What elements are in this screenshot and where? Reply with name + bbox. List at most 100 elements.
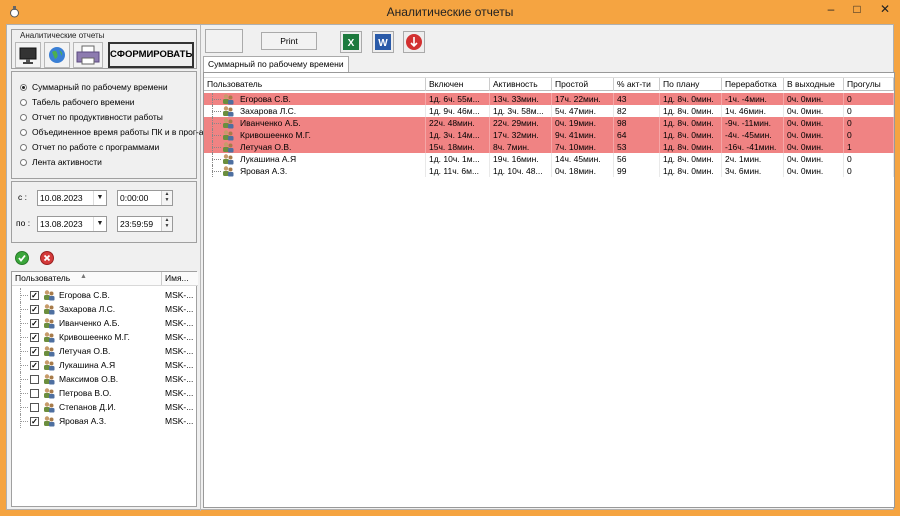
chevron-down-icon[interactable]: ▼ bbox=[93, 191, 106, 205]
grid-cell: 1 bbox=[844, 141, 894, 153]
radio-button-icon[interactable] bbox=[20, 143, 27, 151]
radio-button-icon[interactable] bbox=[20, 158, 27, 166]
user-list-item[interactable]: ✓ Летучая О.В. MSK-... bbox=[12, 344, 196, 358]
user-host: MSK-... bbox=[165, 360, 194, 370]
grid-cell: 7ч. 10мин. bbox=[552, 141, 614, 153]
generate-report-button[interactable]: СФОРМИРОВАТЬ bbox=[108, 42, 194, 68]
grid-row[interactable]: Лукашина А.Я 1д. 10ч. 1м... 19ч. 16мин. 14ч… bbox=[204, 153, 894, 165]
grid-cell: 0 bbox=[844, 165, 894, 177]
globe-icon bbox=[49, 47, 65, 63]
tree-line bbox=[212, 123, 221, 124]
radio-report-type[interactable]: Отчет по работе с программами bbox=[20, 140, 159, 154]
grid-column-header[interactable]: В выходные bbox=[784, 78, 844, 91]
col-user-header[interactable]: Пользователь bbox=[15, 273, 70, 283]
pdf-export-button[interactable] bbox=[403, 31, 425, 53]
grid-cell: 0 bbox=[844, 105, 894, 117]
grid-column-header[interactable]: % акт-ти bbox=[614, 78, 660, 91]
radio-report-type[interactable]: Суммарный по рабочему времени bbox=[20, 80, 168, 94]
grid-column-header[interactable]: Включен bbox=[426, 78, 490, 91]
grid-row[interactable]: Захарова Л.С. 1д. 9ч. 46м... 1д. 3ч. 58м..… bbox=[204, 105, 894, 117]
spin-arrows-icon[interactable]: ▲ ▼ bbox=[161, 191, 172, 205]
user-list-item[interactable]: ✓ Иванченко А.Б. MSK-... bbox=[12, 316, 196, 330]
grid-row[interactable]: Иванченко А.Б. 22ч. 48мин. 22ч. 29мин. 0ч. … bbox=[204, 117, 894, 129]
user-checkbox[interactable]: ✓ bbox=[30, 305, 39, 314]
grid-row[interactable]: Яровая А.З. 1д. 11ч. 6м... 1д. 10ч. 48... 0… bbox=[204, 165, 894, 177]
user-list-item[interactable]: ✓ Лукашина А.Я MSK-... bbox=[12, 358, 196, 372]
radio-report-type[interactable]: Объединенное время работы ПК и в прог-ах bbox=[20, 125, 208, 139]
from-label: с : bbox=[18, 192, 27, 202]
radio-button-icon[interactable] bbox=[20, 128, 27, 136]
monitor-button[interactable] bbox=[15, 42, 41, 68]
time-to-stepper[interactable]: 23:59:59 ▲ ▼ bbox=[117, 216, 173, 232]
grid-cell: 64 bbox=[614, 129, 660, 141]
user-checkbox[interactable]: ✓ bbox=[30, 319, 39, 328]
grid-row[interactable]: Егорова С.В. 1д. 6ч. 55м... 13ч. 33мин. 17ч… bbox=[204, 93, 894, 105]
word-export-button[interactable]: W bbox=[372, 31, 394, 53]
grid-cell: 1д. 10ч. 1м... bbox=[426, 153, 490, 165]
radio-button-icon[interactable] bbox=[20, 83, 27, 91]
tab-summary-worktime[interactable]: Суммарный по рабочему времени bbox=[203, 56, 349, 72]
monitor-icon bbox=[19, 47, 37, 64]
grid-cell: 22ч. 29мин. bbox=[490, 117, 552, 129]
user-host: MSK-... bbox=[165, 416, 194, 426]
user-list-item[interactable]: Петрова В.О. MSK-... bbox=[12, 386, 196, 400]
close-button[interactable]: ✕ bbox=[870, 0, 900, 20]
radio-button-icon[interactable] bbox=[20, 98, 27, 106]
user-name: Егорова С.В. bbox=[59, 290, 110, 300]
user-checkbox[interactable]: ✓ bbox=[30, 361, 39, 370]
user-checkbox[interactable]: ✓ bbox=[30, 347, 39, 356]
user-checkbox[interactable] bbox=[30, 403, 39, 412]
grid-cell: 0ч. 19мин. bbox=[552, 117, 614, 129]
grid-column-header[interactable]: По плану bbox=[660, 78, 722, 91]
grid-row[interactable]: Летучая О.В. 15ч. 18мин. 8ч. 7мин. 7ч. 10ми… bbox=[204, 141, 894, 153]
select-all-button[interactable] bbox=[15, 251, 29, 265]
grid-column-header[interactable]: Простой bbox=[552, 78, 614, 91]
cross-icon bbox=[43, 254, 51, 262]
user-checkbox[interactable] bbox=[30, 375, 39, 384]
print-button[interactable]: Print bbox=[261, 32, 317, 50]
right-panel: Print X W Суммарный по рабочему времени … bbox=[203, 25, 895, 511]
user-list-item[interactable]: ✓ Захарова Л.С. MSK-... bbox=[12, 302, 196, 316]
user-list-item[interactable]: ✓ Егорова С.В. MSK-... bbox=[12, 288, 196, 302]
grid-column-header[interactable]: Переработка bbox=[722, 78, 784, 91]
client-area: Аналитические отчеты СФОРМИРОВАТЬ Суммар… bbox=[6, 24, 895, 511]
excel-export-button[interactable]: X bbox=[340, 31, 362, 53]
date-from-picker[interactable]: 10.08.2023 ▼ bbox=[37, 190, 107, 206]
user-checkbox[interactable]: ✓ bbox=[30, 291, 39, 300]
grid-cell: 1д. 6ч. 55м... bbox=[426, 93, 490, 105]
reports-group-label: Аналитические отчеты bbox=[20, 31, 105, 40]
radio-button-icon[interactable] bbox=[20, 113, 27, 121]
globe-button[interactable] bbox=[44, 42, 70, 68]
radio-report-type[interactable]: Табель рабочего времени bbox=[20, 95, 135, 109]
user-list-item[interactable]: Степанов Д.И. MSK-... bbox=[12, 400, 196, 414]
grid-row[interactable]: Кривошеенко М.Г. 1д. 3ч. 14м... 17ч. 32мин… bbox=[204, 129, 894, 141]
time-from-stepper[interactable]: 0:00:00 ▲ ▼ bbox=[117, 190, 173, 206]
col-name-header[interactable]: Имя... bbox=[165, 273, 189, 283]
maximize-button[interactable]: □ bbox=[844, 0, 870, 20]
radio-report-type[interactable]: Лента активности bbox=[20, 155, 102, 169]
deselect-all-button[interactable] bbox=[40, 251, 54, 265]
grid-column-header[interactable]: Прогулы bbox=[844, 78, 894, 91]
user-checkbox[interactable]: ✓ bbox=[30, 417, 39, 426]
grid-cell: 98 bbox=[614, 117, 660, 129]
users-icon bbox=[43, 317, 55, 329]
grid-cell: -4ч. -45мин. bbox=[722, 129, 784, 141]
user-host: MSK-... bbox=[165, 290, 194, 300]
user-list-item[interactable]: Максимов О.В. MSK-... bbox=[12, 372, 196, 386]
user-name: Кривошеенко М.Г. bbox=[59, 332, 130, 342]
user-list-item[interactable]: ✓ Кривошеенко М.Г. MSK-... bbox=[12, 330, 196, 344]
minimize-button[interactable]: – bbox=[818, 0, 844, 20]
spin-arrows-icon[interactable]: ▲ ▼ bbox=[161, 217, 172, 231]
user-checkbox[interactable]: ✓ bbox=[30, 333, 39, 342]
user-checkbox[interactable] bbox=[30, 389, 39, 398]
chevron-down-icon[interactable]: ▼ bbox=[93, 217, 106, 231]
grid-column-header[interactable]: Активность bbox=[490, 78, 552, 91]
blank-button[interactable] bbox=[205, 29, 243, 53]
radio-report-type[interactable]: Отчет по продуктивности работы bbox=[20, 110, 163, 124]
grid-column-header[interactable]: Пользователь bbox=[204, 78, 426, 91]
printer-button[interactable] bbox=[73, 42, 103, 68]
users-icon bbox=[222, 117, 234, 129]
user-list-item[interactable]: ✓ Яровая А.З. MSK-... bbox=[12, 414, 196, 428]
users-icon bbox=[43, 359, 55, 371]
date-to-picker[interactable]: 13.08.2023 ▼ bbox=[37, 216, 107, 232]
